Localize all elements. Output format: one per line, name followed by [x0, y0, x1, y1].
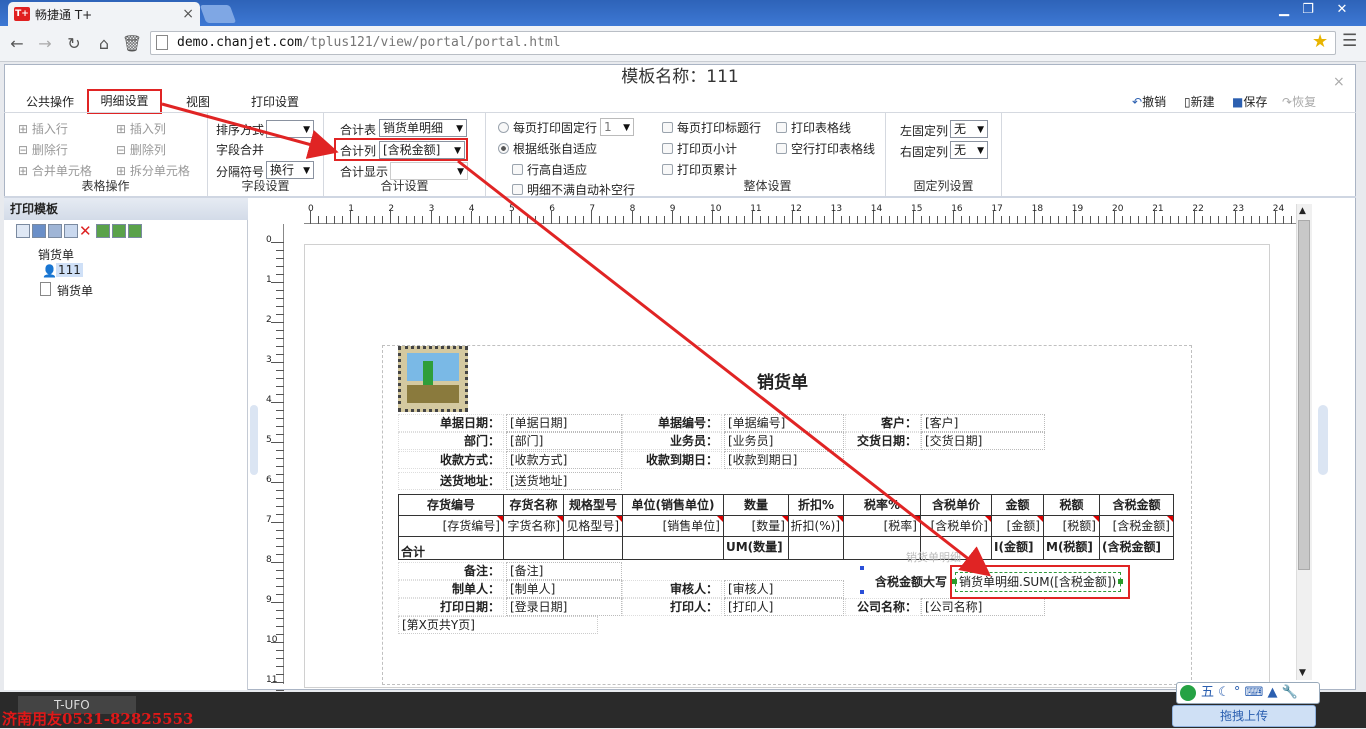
- annotation-arrows: [161, 102, 992, 577]
- drag-upload-button[interactable]: 拖拽上传: [1172, 705, 1316, 727]
- ime-toolbar[interactable]: 五 ☾ ° ⌨ ▲ 🔧: [1176, 682, 1320, 704]
- right-splitter-handle[interactable]: [1318, 405, 1328, 475]
- arrow-to-total-col: [161, 102, 339, 159]
- scroll-up-icon[interactable]: ▲: [1299, 206, 1306, 216]
- ime-mode-label: 五: [1201, 685, 1215, 700]
- taskbar: [0, 692, 1366, 728]
- left-splitter-handle[interactable]: [250, 405, 258, 475]
- scroll-down-icon[interactable]: ▼: [1299, 668, 1306, 678]
- arrow-to-formula: [457, 159, 992, 577]
- scrollbar-thumb[interactable]: [1298, 220, 1310, 570]
- watermark-text: 济南用友0531-82825553: [2, 710, 194, 728]
- ime-logo-icon: [1180, 685, 1196, 701]
